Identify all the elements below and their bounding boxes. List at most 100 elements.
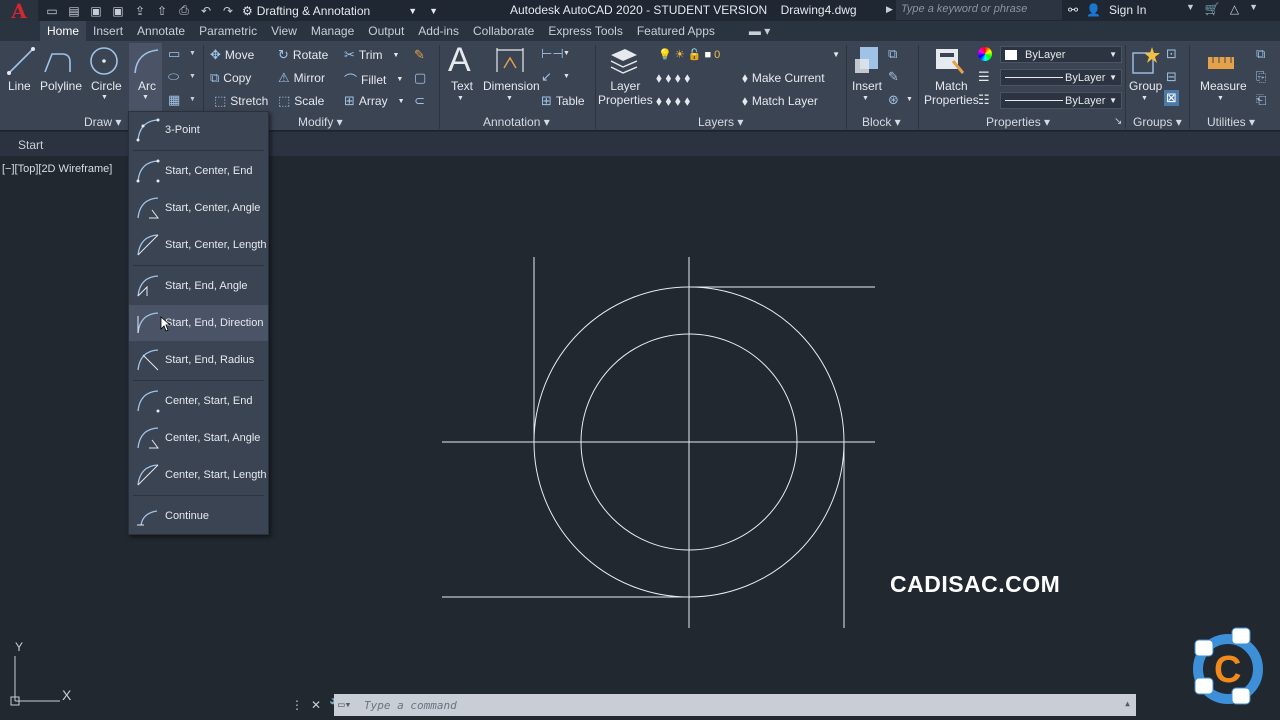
- cart-icon[interactable]: 🛒: [1205, 2, 1220, 16]
- binoculars-icon[interactable]: ⚯: [1068, 3, 1078, 17]
- match-layer-button[interactable]: ⬧ Match Layer: [742, 93, 818, 109]
- upload-icon[interactable]: ⇪: [132, 4, 148, 18]
- chevron-down-icon[interactable]: ▼: [506, 95, 513, 102]
- tab-express-tools[interactable]: Express Tools: [541, 21, 629, 41]
- close-icon[interactable]: ✕: [311, 698, 321, 712]
- chevron-down-icon[interactable]: ▼: [457, 95, 464, 102]
- ungroup-icon[interactable]: ⊡: [1166, 46, 1177, 62]
- exchange-icon[interactable]: △: [1230, 2, 1239, 16]
- arc-item-start-end-direction[interactable]: Start, End, Direction: [129, 305, 268, 341]
- arc-item-center-start-end[interactable]: Center, Start, End: [129, 383, 268, 419]
- hatch-icon[interactable]: ⬭: [168, 69, 179, 85]
- tab-home[interactable]: Home: [40, 21, 87, 41]
- dimension-button[interactable]: Dimension: [483, 79, 540, 93]
- offset-icon[interactable]: ⊂: [414, 93, 425, 109]
- arc-button[interactable]: Arc: [138, 79, 156, 93]
- modify-group-title[interactable]: Modify ▾: [298, 115, 343, 129]
- plot-icon[interactable]: ⎙: [176, 3, 192, 18]
- explode-icon[interactable]: ▢: [414, 70, 426, 86]
- copy-button[interactable]: ⧉ Copy: [210, 70, 251, 86]
- redo-icon[interactable]: ↷: [220, 4, 236, 18]
- edit-block-icon[interactable]: ✎: [888, 69, 899, 85]
- arc-item-start-center-end[interactable]: Start, Center, End: [129, 153, 268, 189]
- color-dropdown[interactable]: ByLayer ▼: [1000, 46, 1122, 63]
- create-block-icon[interactable]: ⧉: [888, 46, 897, 62]
- layer-tools-icons-2[interactable]: ⬧ ⬧ ⬧ ⬧: [656, 93, 690, 109]
- arc-item-start-end-radius[interactable]: Start, End, Radius: [129, 342, 268, 378]
- polyline-button[interactable]: Polyline: [40, 79, 82, 93]
- clipboard-copy-icon[interactable]: ⎘: [1256, 69, 1266, 85]
- chevron-down-icon[interactable]: ▼: [189, 50, 196, 57]
- match-properties-button[interactable]: Match Properties: [924, 79, 979, 107]
- arc-item-continue[interactable]: Continue: [129, 498, 268, 534]
- clipboard-paste-icon[interactable]: ⧉: [1256, 46, 1265, 62]
- group-select-icon[interactable]: ⊠: [1164, 90, 1179, 106]
- drag-handle-icon[interactable]: ⋮: [291, 698, 303, 712]
- tab-manage[interactable]: Manage: [304, 21, 361, 41]
- help-dropdown-icon[interactable]: ▼: [1249, 2, 1258, 16]
- command-input[interactable]: ▭▾ Type a command ▲: [334, 694, 1136, 716]
- sign-in-area[interactable]: ⚯ 👤 Sign In: [1068, 3, 1146, 17]
- command-history-icon[interactable]: ▭▾: [338, 698, 351, 711]
- insert-button[interactable]: Insert: [852, 79, 882, 93]
- utilities-group-title[interactable]: Utilities ▾: [1207, 115, 1255, 129]
- draw-group-title[interactable]: Draw ▾: [84, 115, 121, 129]
- linetype-dropdown[interactable]: ByLayer ▼: [1000, 92, 1122, 109]
- layer-properties-button[interactable]: Layer Properties: [598, 79, 653, 107]
- clipboard-cut-icon[interactable]: ⎗: [1256, 92, 1266, 108]
- file-tab-start[interactable]: Start: [18, 138, 43, 152]
- chevron-down-icon[interactable]: ▼: [1186, 2, 1195, 16]
- groups-group-title[interactable]: Groups ▾: [1133, 115, 1182, 129]
- chevron-up-icon[interactable]: ▲: [1125, 699, 1130, 708]
- trim-button[interactable]: ✂ Trim ▼: [344, 47, 399, 63]
- open-folder-icon[interactable]: ▤: [66, 4, 82, 18]
- circle-button[interactable]: Circle: [91, 79, 122, 93]
- chevron-down-icon[interactable]: ▼: [563, 73, 570, 80]
- save-as-icon[interactable]: ▣: [110, 4, 126, 18]
- chevron-down-icon[interactable]: ▼: [1217, 95, 1224, 102]
- scale-button[interactable]: ⬚ Scale: [278, 93, 324, 109]
- group-button[interactable]: Group: [1129, 79, 1162, 93]
- chevron-down-icon[interactable]: ▼: [1141, 95, 1148, 102]
- group-edit-icon[interactable]: ⊟: [1166, 69, 1177, 85]
- chevron-right-icon[interactable]: ▶: [886, 4, 893, 15]
- stretch-button[interactable]: ⬚ Stretch: [214, 93, 268, 109]
- layer-dropdown[interactable]: 💡 ☀ 🔓 ■ 0 ▼: [654, 46, 844, 63]
- tab-parametric[interactable]: Parametric: [192, 21, 264, 41]
- array-button[interactable]: ⊞ Array ▼: [344, 93, 405, 109]
- arc-item-center-start-angle[interactable]: Center, Start, Angle: [129, 420, 268, 456]
- layers-group-title[interactable]: Layers ▾: [698, 115, 743, 129]
- arc-item-start-end-angle[interactable]: Start, End, Angle: [129, 268, 268, 304]
- tab-featured-apps[interactable]: Featured Apps: [630, 21, 722, 41]
- measure-button[interactable]: Measure: [1200, 79, 1247, 93]
- annotation-group-title[interactable]: Annotation ▾: [483, 115, 550, 129]
- arc-item-center-start-length[interactable]: Center, Start, Length: [129, 457, 268, 493]
- ribbon-toggle-icon[interactable]: ▬ ▾: [742, 21, 777, 41]
- arc-item-start-center-length[interactable]: Start, Center, Length: [129, 227, 268, 263]
- tab-collaborate[interactable]: Collaborate: [466, 21, 541, 41]
- make-current-button[interactable]: ⬧ Make Current: [742, 70, 825, 86]
- workspace-selector[interactable]: ⚙ Drafting & Annotation ▼ ▼: [242, 4, 438, 18]
- chevron-down-icon[interactable]: ▼: [906, 96, 913, 103]
- tab-add-ins[interactable]: Add-ins: [411, 21, 466, 41]
- arc-item-3-point[interactable]: 3-Point: [129, 112, 268, 148]
- rotate-button[interactable]: ↻ Rotate: [278, 47, 328, 63]
- leader-icon[interactable]: ↙: [541, 69, 552, 85]
- chevron-down-icon[interactable]: ▼: [563, 50, 570, 57]
- share-icon[interactable]: ⇧: [154, 4, 170, 18]
- tab-annotate[interactable]: Annotate: [130, 21, 192, 41]
- undo-icon[interactable]: ↶: [198, 4, 214, 18]
- properties-dialog-launcher-icon[interactable]: ↘: [1114, 116, 1122, 127]
- gradient-icon[interactable]: ▦: [168, 92, 180, 108]
- layer-tools-icons-1[interactable]: ⬧ ⬧ ⬧ ⬧: [656, 70, 690, 86]
- linear-dimension-icon[interactable]: ⊢⊣: [541, 46, 564, 62]
- viewport-controls[interactable]: [−][Top][2D Wireframe]: [2, 163, 112, 175]
- tab-insert[interactable]: Insert: [86, 21, 130, 41]
- tab-view[interactable]: View: [264, 21, 304, 41]
- table-button[interactable]: ⊞ Table: [541, 93, 585, 109]
- search-input[interactable]: Type a keyword or phrase: [896, 0, 1062, 20]
- line-button[interactable]: Line: [8, 79, 31, 93]
- chevron-down-icon[interactable]: ▼: [862, 95, 869, 102]
- mirror-button[interactable]: ⚠ Mirror: [278, 70, 325, 86]
- chevron-down-icon[interactable]: ▼: [189, 96, 196, 103]
